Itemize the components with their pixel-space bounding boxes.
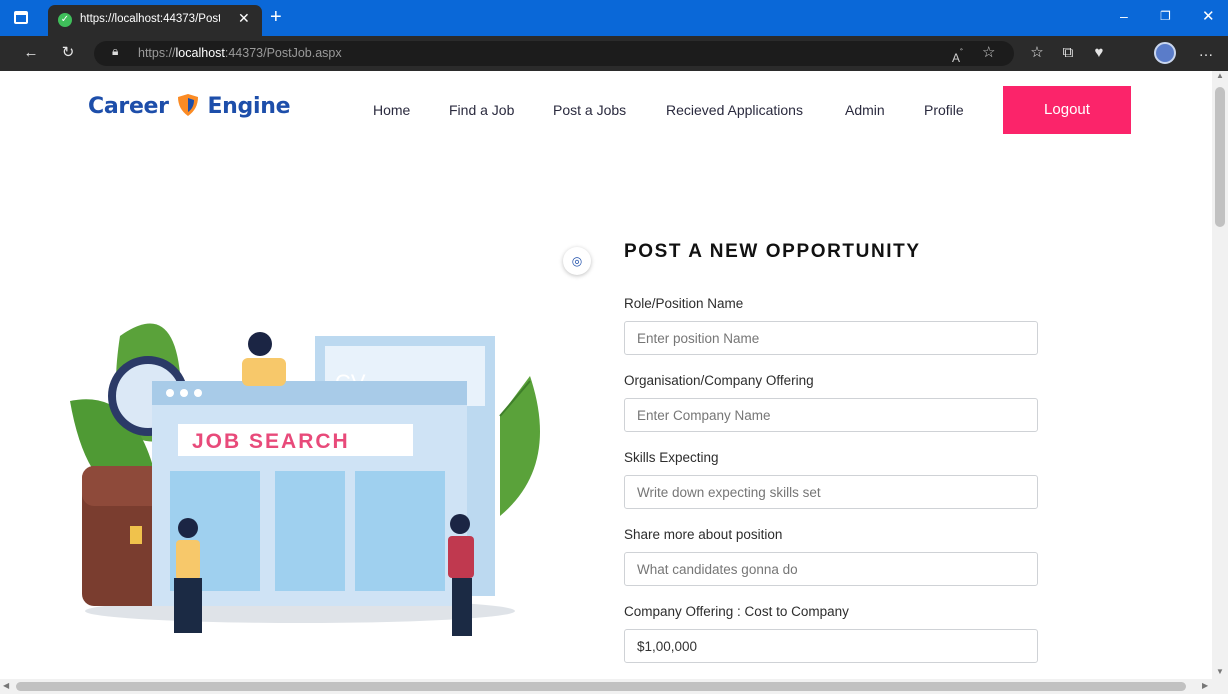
vertical-scroll-thumb[interactable] [1215,87,1225,227]
more-options-icon[interactable]: … [1195,42,1217,62]
horizontal-scrollbar[interactable]: ◀ ▶ [0,679,1228,694]
profile-avatar[interactable] [1154,42,1176,64]
position-description-input[interactable] [624,552,1038,586]
browser-essentials-icon[interactable]: ♥ [1088,43,1110,63]
browser-tab[interactable]: ✓ https://localhost:44373/PostJob.aspx ✕ [48,5,262,36]
vertical-scrollbar[interactable]: ▲ ▼ [1212,71,1228,679]
position-name-label: Role/Position Name [624,296,744,311]
horizontal-scroll-thumb[interactable] [16,682,1186,691]
url-host: localhost [175,46,225,60]
favorites-icon[interactable]: ☆ [1026,43,1048,63]
logo-career: Career [88,94,169,119]
close-window-icon[interactable]: ✕ [1202,7,1215,25]
url-prefix: https:// [138,46,176,60]
scroll-down-icon[interactable]: ▼ [1216,667,1224,676]
secure-site-icon: ✓ [58,13,72,27]
favorite-star-icon[interactable]: ☆ [982,43,995,61]
tab-title: https://localhost:44373/PostJob.aspx [80,13,220,25]
scroll-left-icon[interactable]: ◀ [3,681,9,690]
tab-actions-icon[interactable] [14,11,28,24]
address-bar[interactable]: 🔒︎ https://localhost:44373/PostJob.aspx … [94,41,1014,66]
browser-toolbar: ← ↻ 🔒︎ https://localhost:44373/PostJob.a… [0,36,1228,71]
collections-icon[interactable]: ⧉ [1057,43,1079,63]
skills-label: Skills Expecting [624,450,719,465]
nav-admin[interactable]: Admin [845,102,885,118]
read-aloud-icon[interactable]: Aﾞ [952,45,965,65]
nav-post-a-jobs[interactable]: Post a Jobs [553,102,626,118]
skills-input[interactable] [624,475,1038,509]
close-tab-icon[interactable]: ✕ [238,10,250,27]
scroll-up-icon[interactable]: ▲ [1216,71,1224,80]
job-search-banner: JOB SEARCH [192,430,350,453]
minimize-icon[interactable]: – [1120,8,1128,24]
nav-profile[interactable]: Profile [924,102,964,118]
position-name-input[interactable] [624,321,1038,355]
shield-logo-icon [178,94,199,116]
logout-button[interactable]: Logout [1003,86,1131,134]
new-tab-icon[interactable]: + [270,6,282,29]
job-search-illustration: CV JOB SEARCH [70,323,540,636]
cost-to-company-input[interactable] [624,629,1038,663]
position-description-label: Share more about position [624,527,783,542]
nav-home[interactable]: Home [373,102,410,118]
restore-icon[interactable]: ❐ [1160,9,1171,23]
lock-icon: 🔒︎ [112,44,119,58]
cost-to-company-label: Company Offering : Cost to Company [624,604,849,619]
url-path: :44373/PostJob.aspx [224,46,342,60]
scroll-right-icon[interactable]: ▶ [1202,681,1208,690]
site-logo[interactable]: Career Engine [88,93,291,119]
refresh-icon[interactable]: ↻ [57,43,79,63]
form-heading: POST A NEW OPPORTUNITY [624,241,921,262]
url-text: https://localhost:44373/PostJob.aspx [138,46,342,60]
company-name-label: Organisation/Company Offering [624,373,814,388]
back-icon[interactable]: ← [20,43,42,63]
logo-engine: Engine [207,94,291,119]
page-content: Career Engine Home Find a Job Post a Job… [0,71,1212,679]
nav-received-applications[interactable]: Recieved Applications [666,102,803,118]
visual-search-icon[interactable]: ◎ [563,247,591,275]
browser-title-bar: ✓ https://localhost:44373/PostJob.aspx ✕… [0,0,1228,36]
company-name-input[interactable] [624,398,1038,432]
nav-find-a-job[interactable]: Find a Job [449,102,514,118]
